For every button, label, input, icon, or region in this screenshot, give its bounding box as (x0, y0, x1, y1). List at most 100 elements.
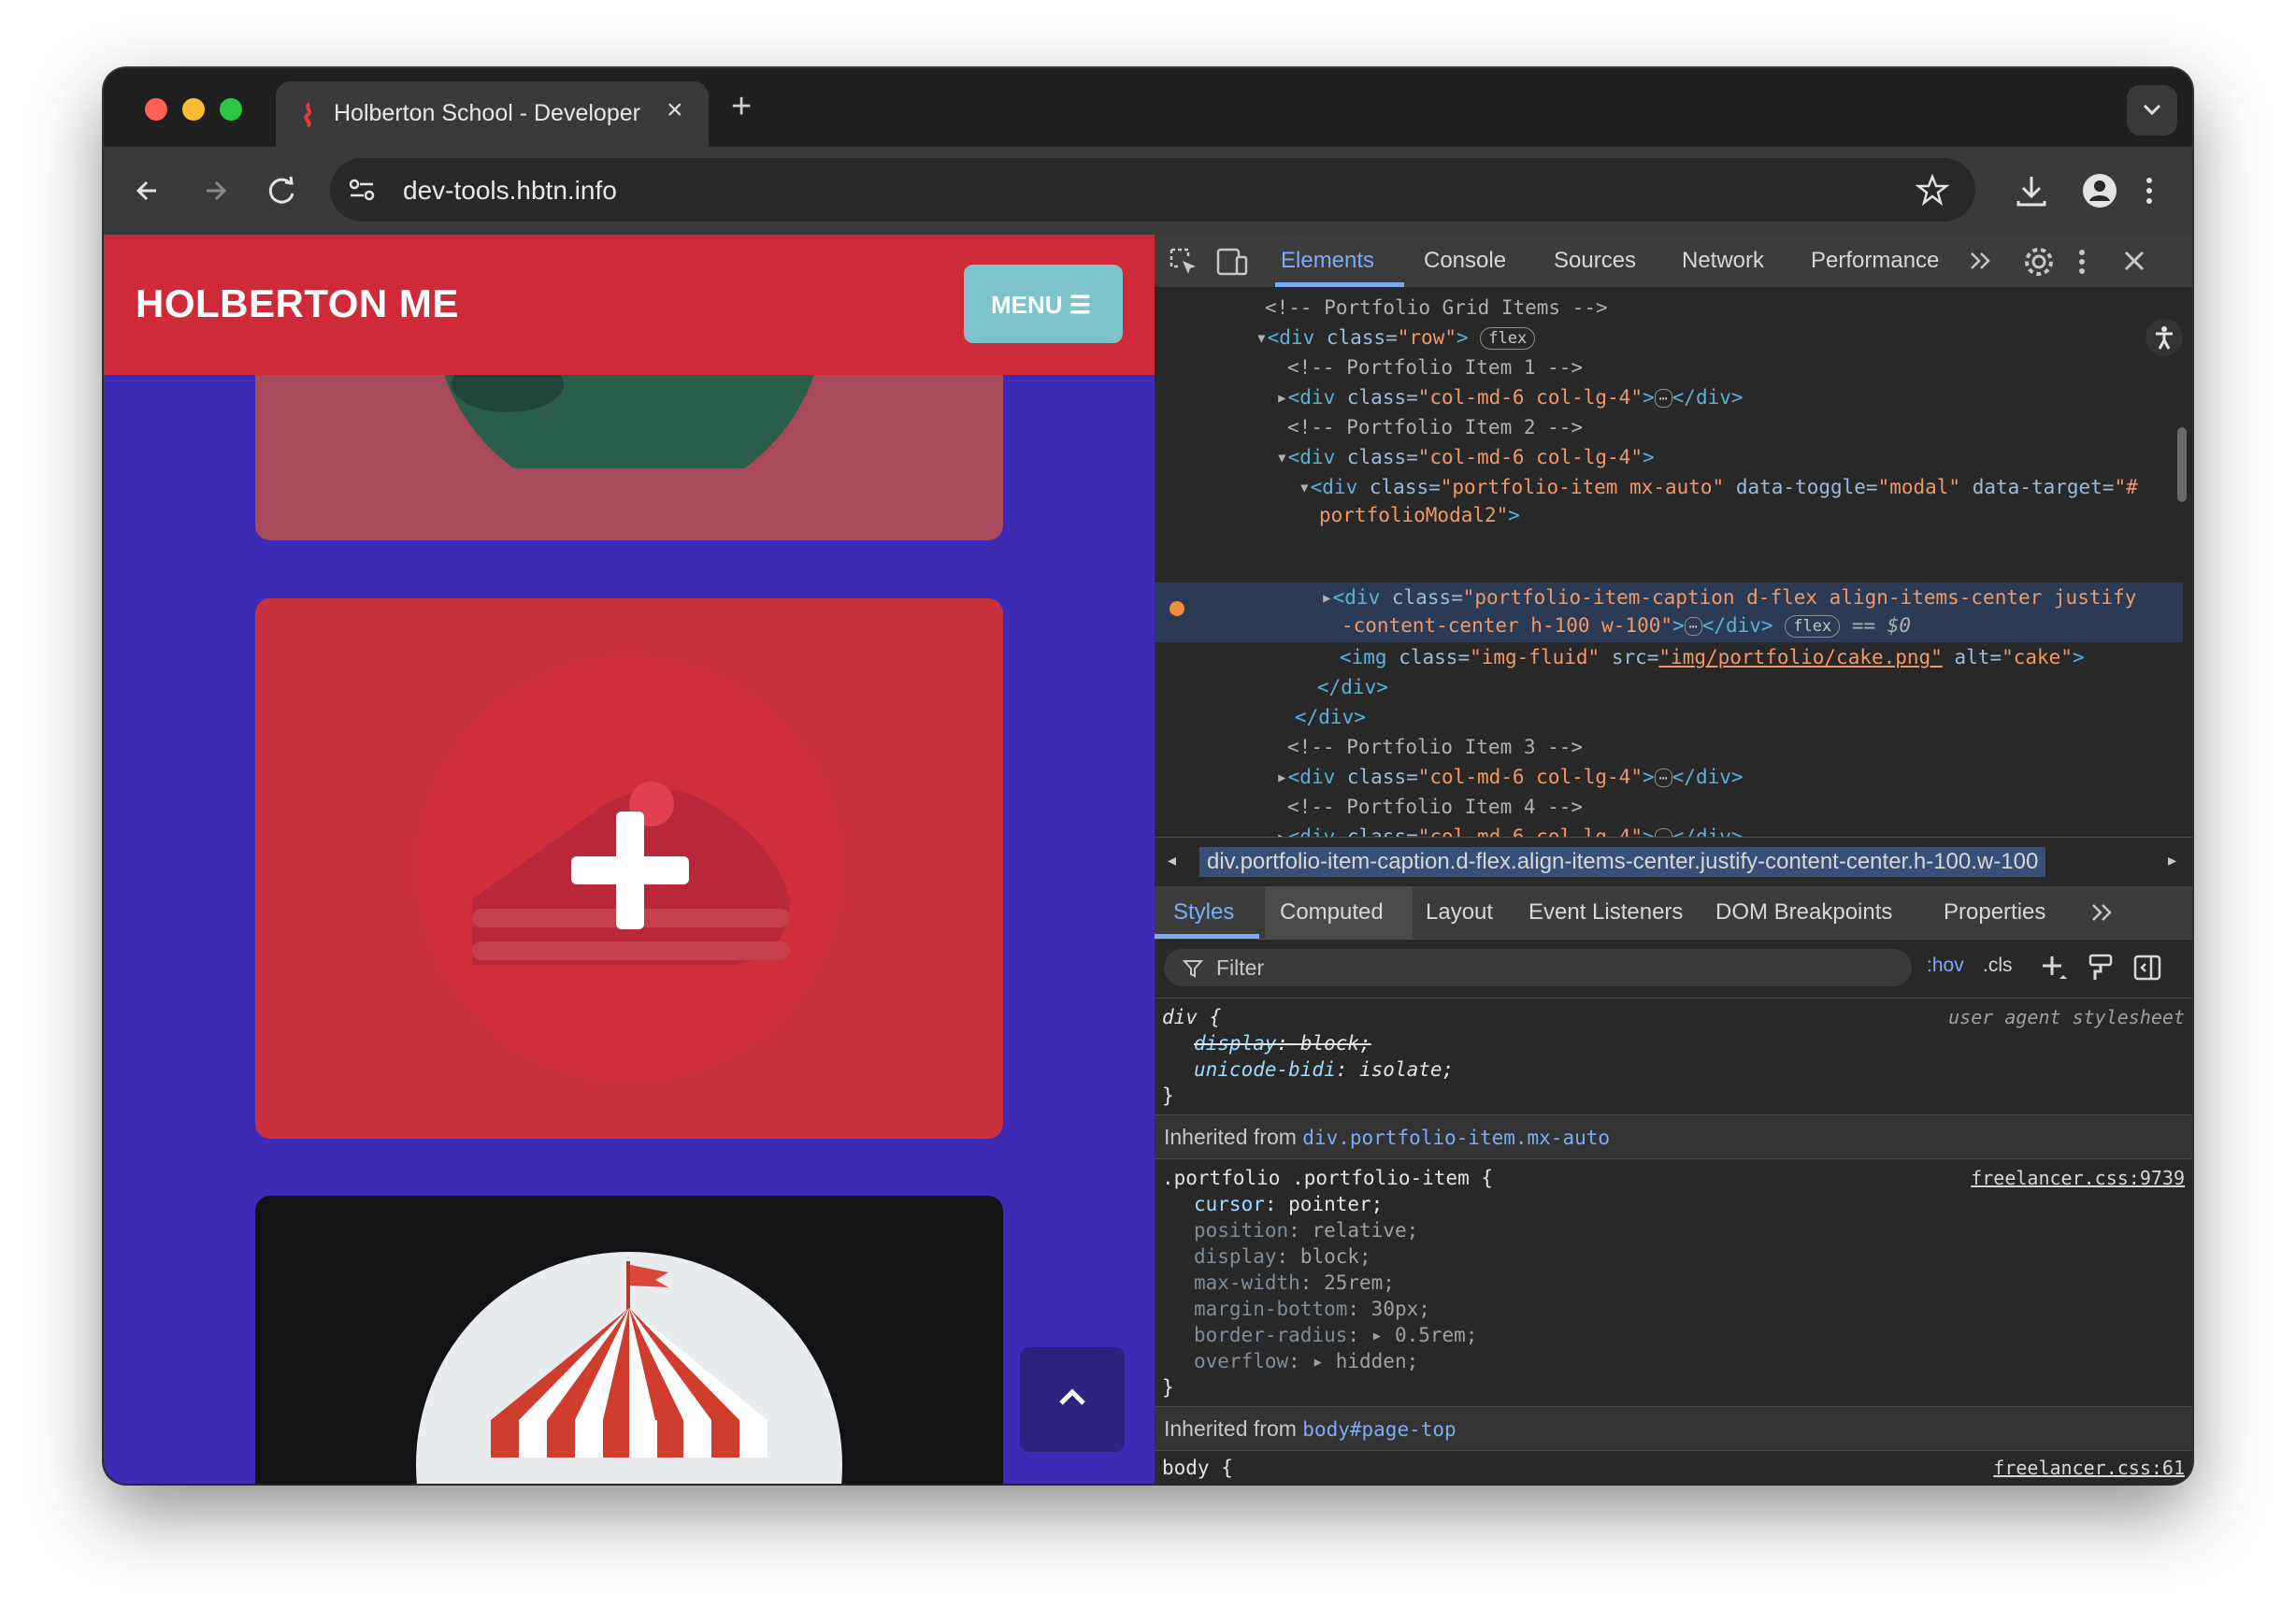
style-declaration[interactable]: overflow: ▸ hidden; (1194, 1350, 1418, 1372)
filter-funnel-icon (1183, 960, 1203, 978)
dom-line-col[interactable]: ▾<div class="col-md-6 col-lg-4"> (1276, 442, 1655, 472)
dom-line[interactable]: <!-- Portfolio Item 3 --> (1287, 732, 1583, 762)
new-tab-button[interactable]: + (731, 87, 752, 127)
close-devtools-icon[interactable] (2121, 248, 2147, 274)
rule-selector[interactable]: body { (1162, 1457, 1233, 1479)
browser-menu-icon[interactable] (2140, 173, 2159, 208)
style-declaration[interactable]: cursor: pointer; (1194, 1193, 1383, 1215)
minimize-window-button[interactable] (182, 98, 205, 121)
site-brand[interactable]: HOLBERTON ME (136, 281, 459, 326)
menu-button[interactable]: MENU ☰ (964, 265, 1123, 343)
devtools-panel: Elements Console Sources Network Perform… (1155, 235, 2192, 1484)
toggle-sidebar-icon[interactable] (2132, 953, 2162, 983)
tab-computed[interactable]: Computed (1280, 899, 1384, 926)
breadcrumb-scroll-left-icon[interactable]: ◂ (1168, 851, 1176, 870)
circus-tent-image (416, 1252, 842, 1484)
dom-line[interactable]: <!-- Portfolio Item 1 --> (1287, 352, 1583, 382)
paint-roller-icon[interactable] (2088, 953, 2114, 983)
portfolio-item-circus[interactable] (255, 1196, 1003, 1484)
holberton-favicon-icon (304, 102, 311, 128)
settings-gear-icon[interactable] (2023, 246, 2055, 278)
breadcrumb-bar: ◂ div.portfolio-item-caption.d-flex.alig… (1155, 837, 2192, 887)
dom-line-wrap: portfolioModal2"> (1319, 504, 1520, 526)
dom-line-row[interactable]: ▾<div class="row"> flex (1256, 323, 1536, 352)
dom-line-col[interactable]: ▸<div class="col-md-6 col-lg-4">⋯</div> (1276, 762, 1744, 792)
dom-line-portfolio-item[interactable]: ▾<div class="portfolio-item mx-auto" dat… (1299, 472, 2138, 502)
plus-icon (571, 812, 689, 929)
bookmark-star-icon[interactable] (1916, 173, 1949, 207)
tab-event-listeners[interactable]: Event Listeners (1528, 899, 1683, 926)
inherited-text: Inherited from body#page-top (1164, 1416, 1457, 1441)
browser-tab[interactable]: Holberton School - Developer × (276, 81, 709, 147)
close-window-button[interactable] (145, 98, 167, 121)
rule-selector[interactable]: .portfolio .portfolio-item { (1162, 1167, 1493, 1189)
tab-network[interactable]: Network (1682, 248, 1764, 274)
tab-search-button[interactable] (2127, 85, 2177, 136)
breadcrumb-scroll-right-icon[interactable]: ▸ (2168, 851, 2176, 870)
dom-line[interactable]: <!-- Portfolio Item 2 --> (1287, 412, 1583, 442)
dom-line[interactable]: </div> (1317, 672, 1388, 702)
dom-line-col[interactable]: ▸<div class="col-md-6 col-lg-4">⋯</div> (1276, 382, 1744, 412)
tab-elements[interactable]: Elements (1281, 248, 1374, 274)
chevron-down-icon (2143, 104, 2161, 116)
back-arrow-icon[interactable] (126, 169, 169, 212)
tab-layout[interactable]: Layout (1426, 899, 1493, 926)
style-declaration[interactable]: max-width: 25rem; (1194, 1271, 1395, 1294)
inherited-text: Inherited from div.portfolio-item.mx-aut… (1164, 1125, 1611, 1149)
style-declaration[interactable]: position: relative; (1194, 1219, 1418, 1242)
hov-toggle[interactable]: :hov (1927, 955, 1964, 977)
more-subtabs-icon[interactable] (2089, 901, 2116, 924)
rule-close: } (1162, 1084, 1174, 1107)
dom-line[interactable]: <!-- Portfolio Grid Items --> (1265, 293, 1608, 323)
download-icon[interactable] (2015, 173, 2048, 208)
site-settings-icon[interactable] (347, 177, 377, 203)
styles-filter-bar: Filter :hov .cls (1155, 940, 2192, 998)
more-tabs-icon[interactable] (1968, 250, 1994, 272)
dom-scrollbar[interactable] (2177, 427, 2187, 502)
devtools-tab-bar: Elements Console Sources Network Perform… (1155, 235, 2192, 288)
reload-icon[interactable] (261, 169, 304, 212)
devtools-menu-icon[interactable] (2074, 246, 2089, 278)
cls-toggle[interactable]: .cls (1983, 955, 2013, 977)
style-declaration[interactable]: margin-bottom: 30px; (1194, 1298, 1430, 1320)
inherited-header: Inherited from body#page-top (1155, 1406, 2192, 1451)
portfolio-item-cake[interactable] (255, 598, 1003, 1139)
active-subtab-indicator (1155, 934, 1259, 939)
new-style-rule-icon[interactable] (2039, 953, 2069, 983)
device-toolbar-icon[interactable] (1214, 246, 1250, 278)
rule-source-link[interactable]: freelancer.css:9739 (1971, 1167, 2185, 1189)
accessibility-tree-button[interactable] (2145, 319, 2183, 356)
profile-avatar-icon[interactable] (2082, 173, 2117, 208)
dom-line-img[interactable]: <img class="img-fluid" src="img/portfoli… (1340, 642, 2085, 672)
tab-styles[interactable]: Styles (1173, 899, 1234, 926)
styles-tab-bar: Styles Computed Layout Event Listeners D… (1155, 886, 2192, 940)
dom-line-wrap: -content-center h-100 w-100"> ⋯ </div> fle… (1342, 614, 1912, 638)
filter-input[interactable]: Filter (1164, 949, 1912, 986)
scroll-to-top-button[interactable] (1020, 1347, 1125, 1452)
tab-console[interactable]: Console (1424, 248, 1506, 274)
inspect-element-icon[interactable] (1168, 246, 1199, 278)
dom-line-col[interactable]: ▸<div class="col-md-6 col-lg-4">⋯</div> (1276, 822, 1744, 837)
style-declaration[interactable]: display: block; (1194, 1032, 1371, 1055)
dom-line-caption-selected[interactable]: ▸<div class="portfolio-item-caption d-fl… (1321, 582, 2136, 612)
menu-label: MENU ☰ (991, 291, 1092, 319)
style-declaration[interactable]: border-radius: ▸ 0.5rem; (1194, 1324, 1477, 1346)
rule-source-link[interactable]: freelancer.css:61 (1993, 1457, 2185, 1479)
style-declaration[interactable]: display: block; (1194, 1245, 1371, 1268)
page-viewport: HOLBERTON ME MENU ☰ (104, 235, 1155, 1484)
dom-tree: <!-- Portfolio Grid Items --> ▾<div clas… (1155, 287, 2192, 837)
tab-dom-breakpoints[interactable]: DOM Breakpoints (1715, 899, 1892, 926)
address-bar[interactable]: dev-tools.hbtn.info (330, 158, 1975, 222)
tab-close-icon[interactable]: × (667, 94, 683, 126)
rule-selector[interactable]: div { (1162, 1006, 1221, 1028)
tab-properties[interactable]: Properties (1944, 899, 2045, 926)
dom-line[interactable]: </div> (1295, 702, 1366, 732)
tab-sources[interactable]: Sources (1554, 248, 1636, 274)
dom-line[interactable]: <!-- Portfolio Item 4 --> (1287, 792, 1583, 822)
zoom-window-button[interactable] (220, 98, 242, 121)
forward-arrow-icon[interactable] (194, 169, 237, 212)
style-declaration[interactable]: unicode-bidi: isolate; (1194, 1058, 1454, 1081)
breadcrumb[interactable]: div.portfolio-item-caption.d-flex.align-… (1199, 847, 2046, 877)
browser-toolbar: dev-tools.hbtn.info (104, 147, 2192, 235)
tab-performance[interactable]: Performance (1811, 248, 1939, 274)
